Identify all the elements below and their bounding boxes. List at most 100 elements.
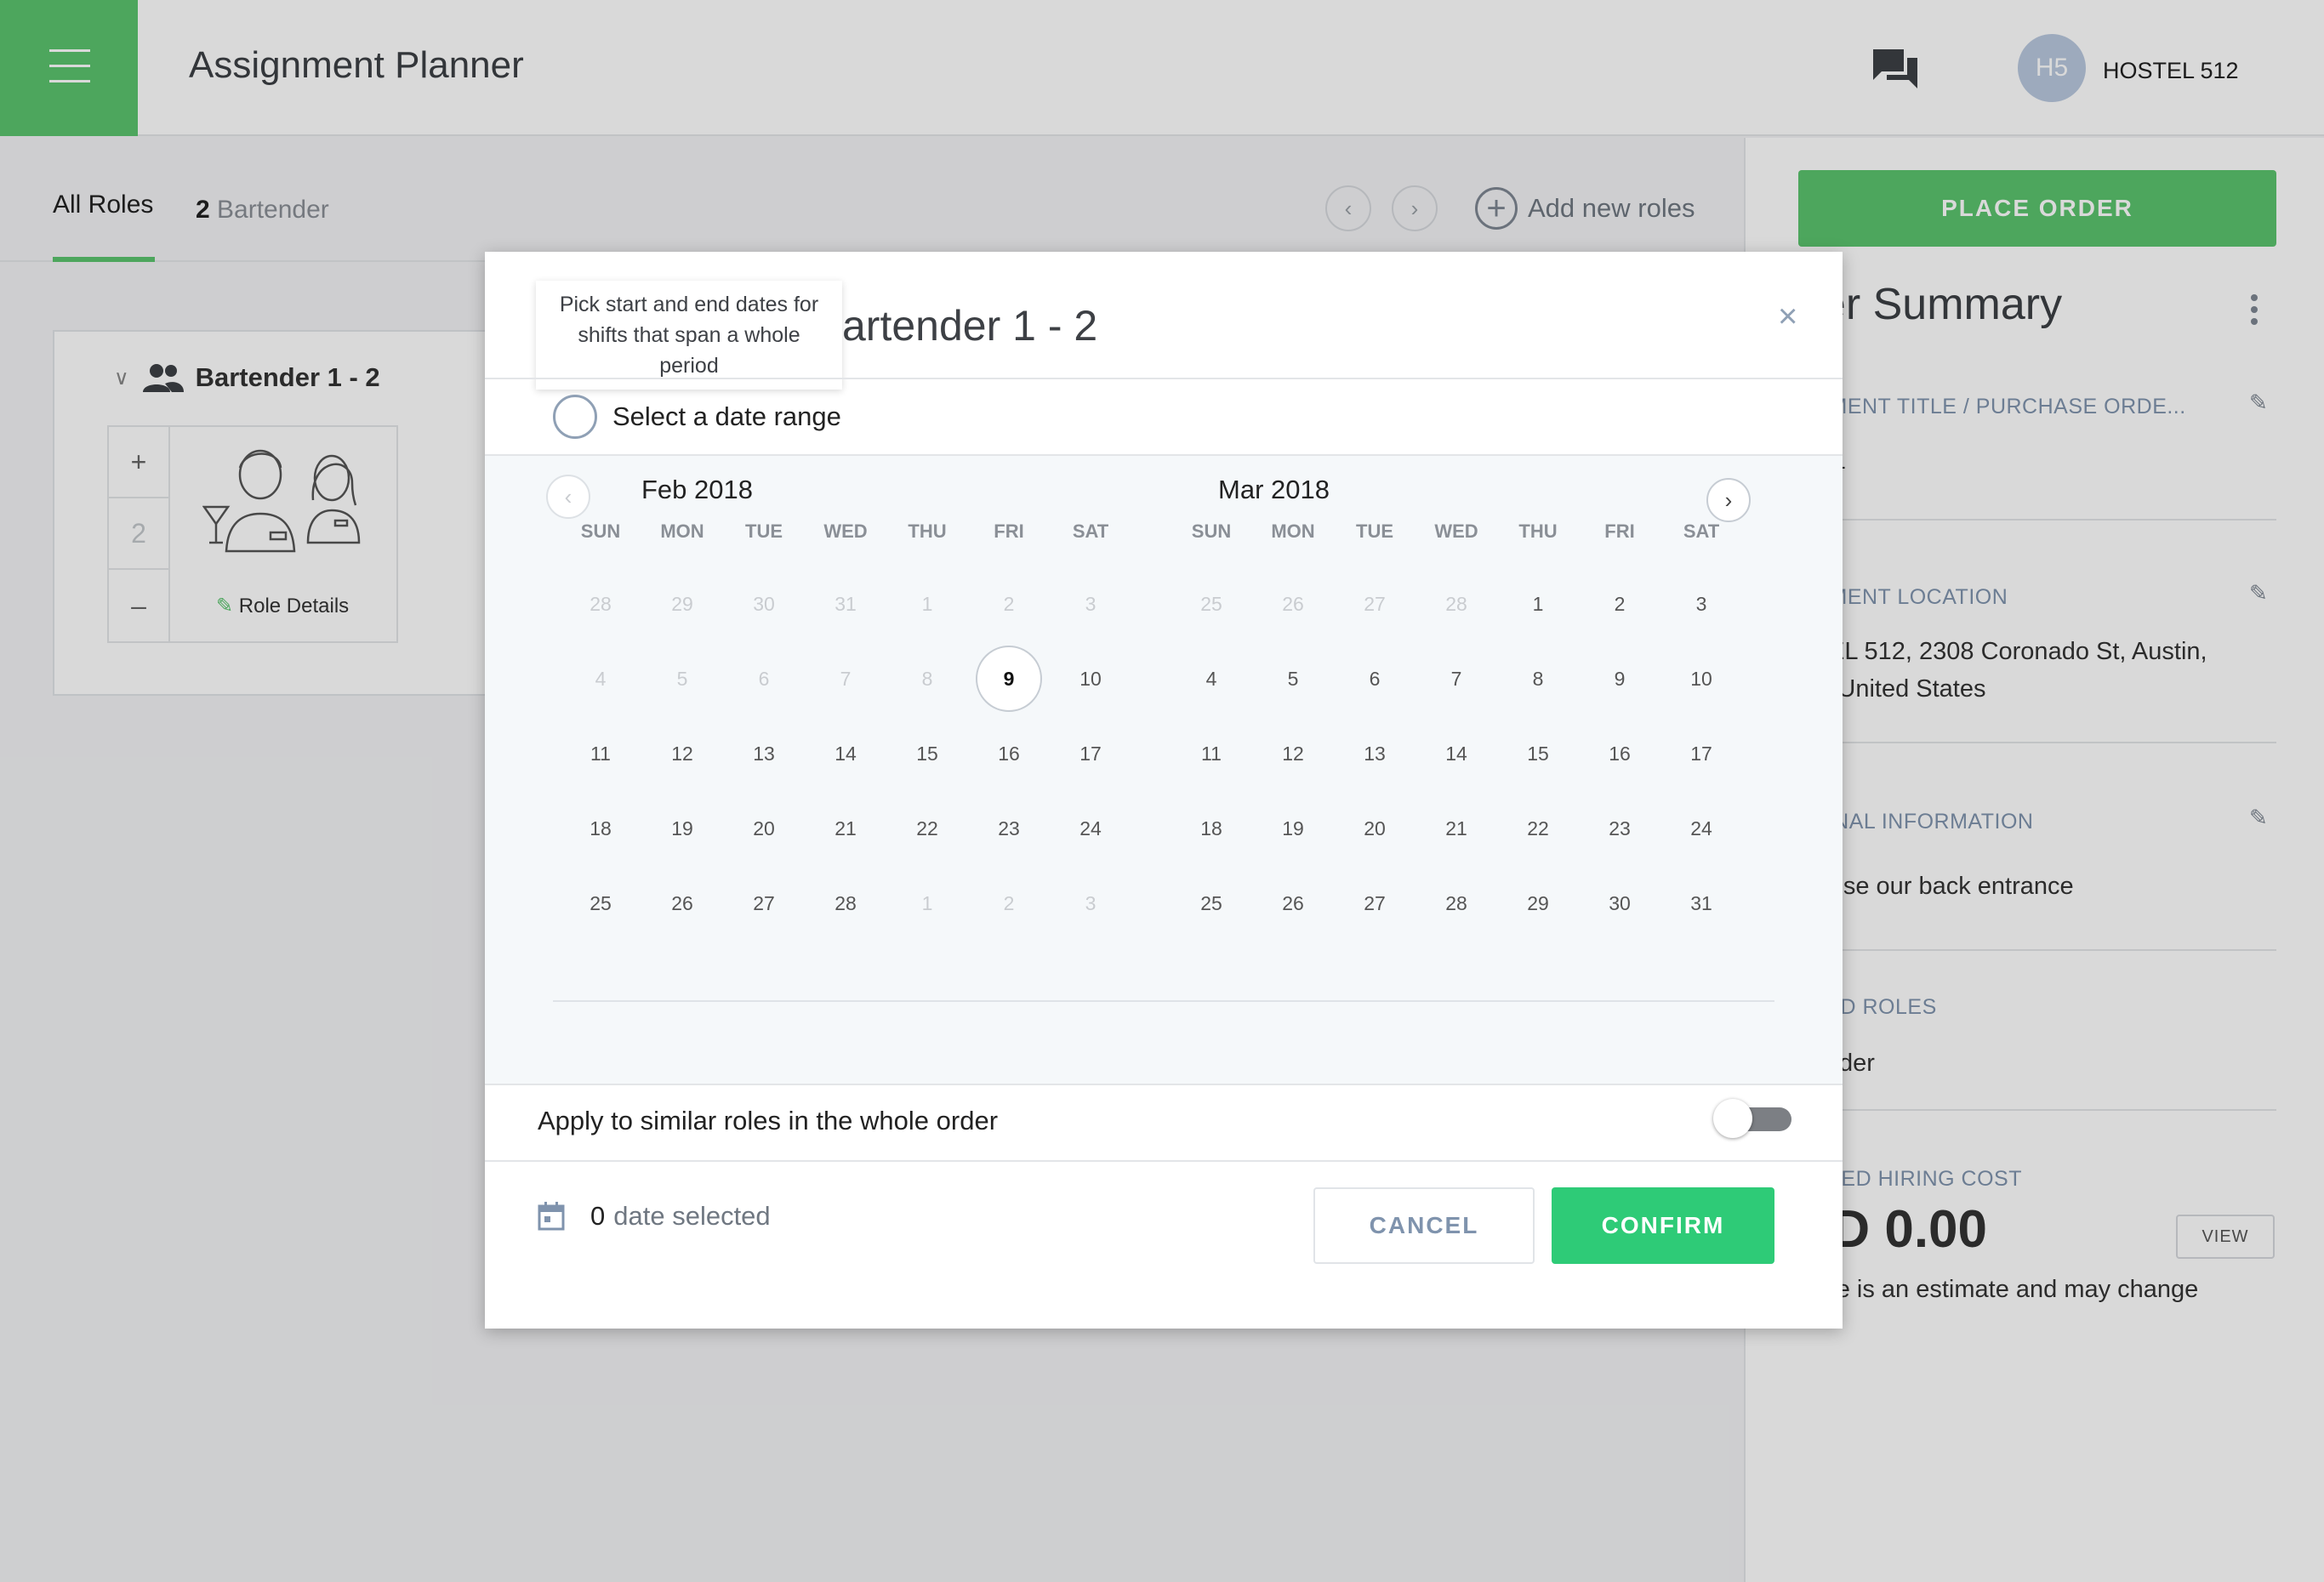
calendar-day[interactable]: 7 xyxy=(1415,641,1497,716)
calendar-day[interactable]: 13 xyxy=(1334,716,1415,791)
calendar-day[interactable]: 10 xyxy=(1050,641,1131,716)
calendar-day[interactable]: 31 xyxy=(1660,866,1742,941)
calendar-day-number: 5 xyxy=(676,667,688,690)
calendar-day[interactable]: 20 xyxy=(1334,791,1415,866)
calendar-day[interactable]: 18 xyxy=(560,791,641,866)
calendar-day[interactable]: 15 xyxy=(886,716,968,791)
calendar-day[interactable]: 26 xyxy=(1252,866,1334,941)
calendar-day-number: 3 xyxy=(1695,592,1707,615)
calendar-day[interactable]: 26 xyxy=(641,866,723,941)
date-picker-modal: artender 1 - 2 × Pick start and end date… xyxy=(485,252,1843,1329)
calendar-day-number: 9 xyxy=(1614,667,1626,690)
calendar-day[interactable]: 19 xyxy=(641,791,723,866)
calendar-day[interactable]: 19 xyxy=(1252,791,1334,866)
calendar-day-number: 26 xyxy=(1282,592,1304,615)
calendar-day-number: 25 xyxy=(590,891,612,914)
cancel-button[interactable]: CANCEL xyxy=(1313,1187,1535,1264)
calendar-day[interactable]: 21 xyxy=(805,791,886,866)
calendar-day-number: 27 xyxy=(753,891,775,914)
calendar-day[interactable]: 3 xyxy=(1660,566,1742,641)
calendar-day-number: 9 xyxy=(976,646,1042,712)
calendar-day[interactable]: 13 xyxy=(723,716,805,791)
calendar-day-number: 13 xyxy=(753,742,775,765)
apply-similar-roles-toggle[interactable] xyxy=(1713,1099,1797,1138)
weekday-label: MON xyxy=(1271,521,1315,542)
calendar-day[interactable]: 16 xyxy=(1579,716,1660,791)
calendar-day-number: 28 xyxy=(834,891,857,914)
calendar-day[interactable]: 20 xyxy=(723,791,805,866)
calendar-day[interactable]: 28 xyxy=(805,866,886,941)
calendar-day-number: 1 xyxy=(1532,592,1544,615)
calendar-day-today[interactable]: 9 xyxy=(968,641,1050,716)
calendar-day-number: 7 xyxy=(1450,667,1462,690)
calendar-day-number: 15 xyxy=(1527,742,1549,765)
calendar-day[interactable]: 23 xyxy=(1579,791,1660,866)
calendar-day[interactable]: 5 xyxy=(1252,641,1334,716)
calendar-day[interactable]: 30 xyxy=(1579,866,1660,941)
calendar-day-number: 19 xyxy=(671,817,693,839)
calendar-day[interactable]: 15 xyxy=(1497,716,1579,791)
calendar-day: 27 xyxy=(1334,566,1415,641)
date-count-number: 0 xyxy=(590,1201,606,1231)
calendar-day[interactable]: 25 xyxy=(560,866,641,941)
calendar-day-number: 3 xyxy=(1085,592,1096,615)
calendar-day-number: 6 xyxy=(758,667,770,690)
prev-month-button[interactable]: ‹ xyxy=(546,475,590,519)
calendar-day-number: 25 xyxy=(1200,592,1222,615)
calendar-day-number: 2 xyxy=(1003,891,1015,914)
calendar-day[interactable]: 27 xyxy=(723,866,805,941)
calendar-day[interactable]: 25 xyxy=(1171,866,1252,941)
calendar-day[interactable]: 22 xyxy=(886,791,968,866)
calendar-day[interactable]: 17 xyxy=(1660,716,1742,791)
calendar-day[interactable]: 28 xyxy=(1415,866,1497,941)
next-month-button[interactable]: › xyxy=(1706,478,1751,522)
date-range-option[interactable]: Select a date range xyxy=(553,395,841,439)
calendar-day[interactable]: 21 xyxy=(1415,791,1497,866)
calendar-day: 1 xyxy=(886,566,968,641)
calendar-day[interactable]: 9 xyxy=(1579,641,1660,716)
calendar-day: 4 xyxy=(560,641,641,716)
calendar-day[interactable]: 27 xyxy=(1334,866,1415,941)
month-label: Mar 2018 xyxy=(1218,475,1330,504)
calendar-day-number: 2 xyxy=(1614,592,1626,615)
calendar-day: 30 xyxy=(723,566,805,641)
calendar-day[interactable]: 14 xyxy=(1415,716,1497,791)
calendar-day: 1 xyxy=(886,866,968,941)
calendar-day[interactable]: 14 xyxy=(805,716,886,791)
date-count-label: date selected xyxy=(613,1201,771,1231)
calendar-day[interactable]: 11 xyxy=(1171,716,1252,791)
weekday-label: WED xyxy=(823,521,868,542)
calendar-day-number: 4 xyxy=(1205,667,1217,690)
calendar-day-number: 30 xyxy=(1609,891,1631,914)
calendar-day[interactable]: 1 xyxy=(1497,566,1579,641)
calendar-day-number: 28 xyxy=(590,592,612,615)
calendar-day: 25 xyxy=(1171,566,1252,641)
calendar-day[interactable]: 2 xyxy=(1579,566,1660,641)
calendar-day-number: 13 xyxy=(1364,742,1386,765)
close-icon[interactable]: × xyxy=(1778,298,1797,336)
calendar-day: 3 xyxy=(1050,866,1131,941)
modal-title: artender 1 - 2 xyxy=(842,302,1098,350)
calendar-day[interactable]: 12 xyxy=(1252,716,1334,791)
calendar-day-number: 24 xyxy=(1690,817,1712,839)
date-range-radio[interactable] xyxy=(553,395,597,439)
calendar-day: 7 xyxy=(805,641,886,716)
calendar-day[interactable]: 10 xyxy=(1660,641,1742,716)
calendar-day[interactable]: 29 xyxy=(1497,866,1579,941)
calendar-day[interactable]: 24 xyxy=(1050,791,1131,866)
calendar-day[interactable]: 16 xyxy=(968,716,1050,791)
calendar-day[interactable]: 24 xyxy=(1660,791,1742,866)
calendar-day[interactable]: 8 xyxy=(1497,641,1579,716)
calendar-day[interactable]: 4 xyxy=(1171,641,1252,716)
calendar-day[interactable]: 22 xyxy=(1497,791,1579,866)
calendar-day[interactable]: 6 xyxy=(1334,641,1415,716)
days-grid: 28 29 30 31 1 2 3 4 5 6 7 8 9 10 11 12 13 14 15 16 17 18 19 20 2… xyxy=(560,566,1131,941)
weekday-label: SUN xyxy=(580,521,621,542)
calendar-day[interactable]: 11 xyxy=(560,716,641,791)
confirm-button[interactable]: CONFIRM xyxy=(1552,1187,1774,1264)
calendar-day[interactable]: 23 xyxy=(968,791,1050,866)
weekday-label: MON xyxy=(660,521,704,542)
calendar-day[interactable]: 18 xyxy=(1171,791,1252,866)
calendar-day[interactable]: 17 xyxy=(1050,716,1131,791)
calendar-day[interactable]: 12 xyxy=(641,716,723,791)
